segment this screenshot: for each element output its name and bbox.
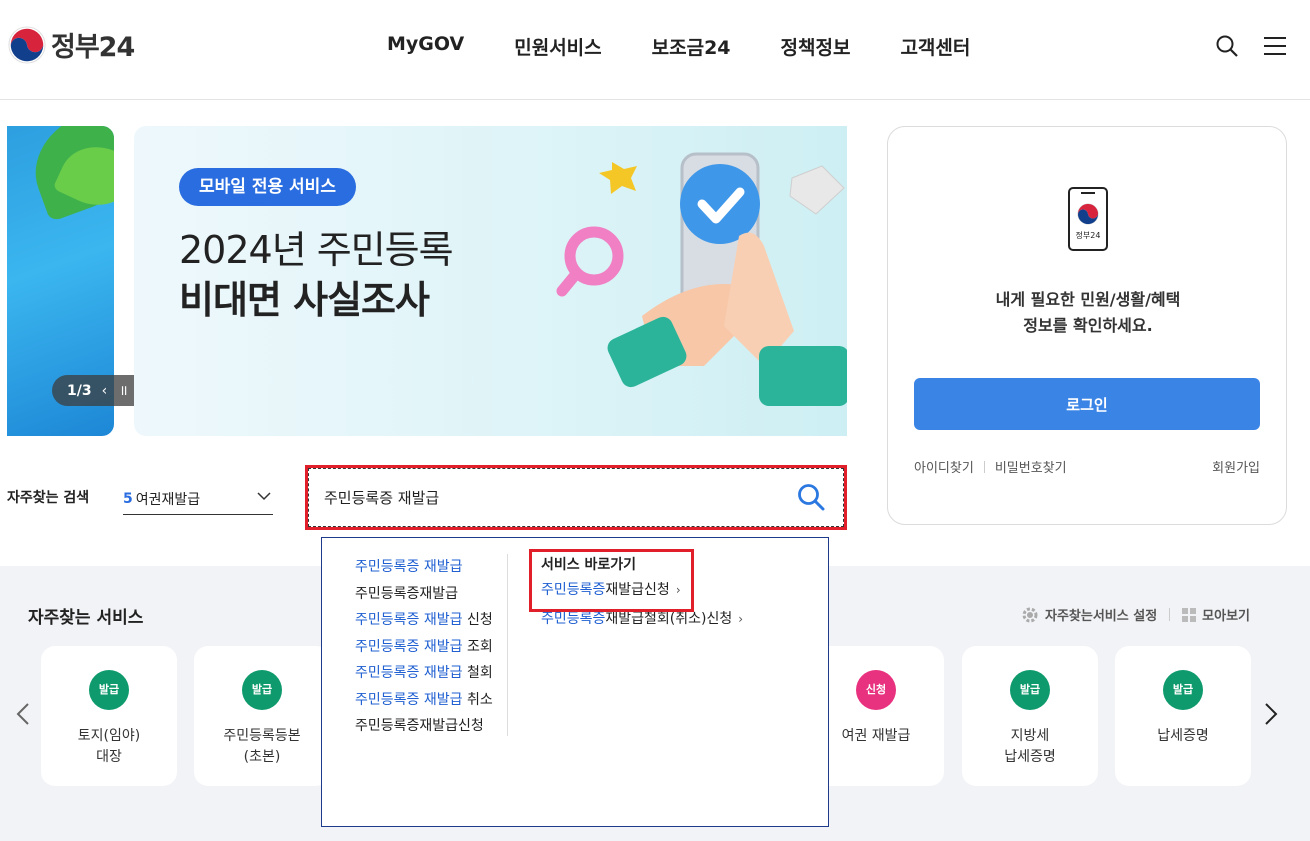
carousel-prev-icon[interactable]: [14, 702, 32, 726]
banner-badge: 모바일 전용 서비스: [179, 168, 356, 206]
phone-hand-illustration: [556, 152, 847, 406]
search-input[interactable]: [324, 482, 774, 512]
find-password-link[interactable]: 비밀번호찾기: [995, 457, 1067, 476]
highlight-annotation-box: [529, 549, 694, 612]
banner-title-line1: 2024년 주민등록: [179, 228, 454, 272]
suggestion-item[interactable]: 주민등록증 재발급 조회: [355, 634, 493, 661]
suggestion-item[interactable]: 주민등록증 재발급 철회: [355, 660, 493, 687]
nav-item-customer-center[interactable]: 고객센터: [900, 33, 970, 60]
frequent-service-settings-link[interactable]: 자주찾는서비스 설정: [1045, 605, 1157, 624]
frequent-services-title: 자주찾는 서비스: [28, 608, 144, 628]
service-card-label: 지방세 납세증명: [1004, 728, 1056, 765]
service-card[interactable]: 발급 납세증명: [1115, 646, 1251, 786]
login-panel: 정부24 내게 필요한 민원/생활/혜택 정보를 확인하세요. 로그인 아이디찾…: [887, 126, 1287, 525]
login-links: 아이디찾기 비밀번호찾기 회원가입: [914, 457, 1260, 476]
issue-tag: 발급: [1163, 670, 1203, 710]
issue-tag: 발급: [89, 670, 129, 710]
app-icon-label: 정부24: [1076, 230, 1101, 240]
service-card[interactable]: 발급 지방세 납세증명: [962, 646, 1098, 786]
suggestion-list: 주민등록증 재발급 주민등록증재발급 주민등록증 재발급 신청 주민등록증 재발…: [355, 554, 493, 740]
search-box: [305, 465, 847, 530]
logo-text: 정부24: [51, 32, 135, 63]
divider: [507, 554, 508, 736]
search-submit-icon[interactable]: [796, 482, 826, 512]
view-all-link[interactable]: 모아보기: [1202, 605, 1250, 624]
nav-item-subsidy24[interactable]: 보조금24: [652, 33, 731, 60]
find-id-link[interactable]: 아이디찾기: [914, 457, 974, 476]
main-banner-slide[interactable]: 모바일 전용 서비스 2024년 주민등록 비대면 사실조사: [134, 126, 847, 436]
divider: [983, 460, 985, 473]
main-nav: MyGOV 민원서비스 보조금24 정책정보 고객센터: [387, 33, 1020, 60]
divider: [1169, 608, 1171, 621]
search-icon[interactable]: [1215, 34, 1239, 58]
taegeuk-logo-icon: [8, 25, 46, 64]
banner-title-line2: 비대면 사실조사: [179, 278, 430, 322]
frequent-search-select[interactable]: 5 여권재발급: [123, 483, 273, 515]
prev-slide-icon[interactable]: ‹: [102, 383, 108, 399]
site-logo[interactable]: 정부24: [8, 25, 135, 64]
service-card[interactable]: 발급 주민등록등본 (초본): [194, 646, 330, 786]
grid-icon: [1182, 607, 1197, 622]
suggestion-item[interactable]: 주민등록증재발급신청: [355, 713, 493, 740]
chevron-right-icon: ›: [738, 612, 744, 626]
frequent-search-label: 자주찾는 검색: [7, 490, 90, 506]
suggestion-item[interactable]: 주민등록증 재발급 취소: [355, 687, 493, 714]
service-card-label: 토지(임야) 대장: [77, 728, 141, 765]
site-header: 정부24 MyGOV 민원서비스 보조금24 정책정보 고객센터: [0, 0, 1310, 100]
hamburger-menu-icon[interactable]: [1264, 36, 1286, 56]
pause-icon[interactable]: ॥: [119, 381, 127, 400]
nav-item-mygov[interactable]: MyGOV: [387, 33, 464, 60]
login-message: 내게 필요한 민원/생활/혜택 정보를 확인하세요.: [995, 290, 1181, 335]
suggestion-item[interactable]: 주민등록증 재발급: [355, 554, 493, 581]
issue-tag: 발급: [1010, 670, 1050, 710]
service-card[interactable]: 발급 토지(임야) 대장: [41, 646, 177, 786]
gov24-app-icon: 정부24: [1068, 187, 1108, 251]
gear-icon: [1022, 607, 1038, 622]
service-card-label: 납세증명: [1157, 728, 1209, 744]
apply-tag: 신청: [856, 670, 896, 710]
chevron-down-icon: [257, 492, 271, 501]
autocomplete-dropdown: 주민등록증 재발급 주민등록증재발급 주민등록증 재발급 신청 주민등록증 재발…: [321, 537, 829, 827]
join-link[interactable]: 회원가입: [1212, 457, 1260, 476]
nav-item-policy-info[interactable]: 정책정보: [781, 33, 851, 60]
service-card-label: 주민등록등본 (초본): [223, 728, 301, 765]
login-button[interactable]: 로그인: [914, 378, 1260, 430]
frequent-services-tools: 자주찾는서비스 설정 모아보기: [1021, 605, 1250, 624]
rank-number: 5: [123, 490, 133, 507]
nav-item-civil-service[interactable]: 민원서비스: [514, 33, 601, 60]
pager-count: 1/3: [67, 382, 92, 399]
selected-keyword: 여권재발급: [135, 491, 201, 508]
carousel-next-icon[interactable]: [1262, 702, 1280, 726]
suggestion-item[interactable]: 주민등록증재발급: [355, 581, 493, 608]
suggestion-item[interactable]: 주민등록증 재발급 신청: [355, 607, 493, 634]
issue-tag: 발급: [242, 670, 282, 710]
